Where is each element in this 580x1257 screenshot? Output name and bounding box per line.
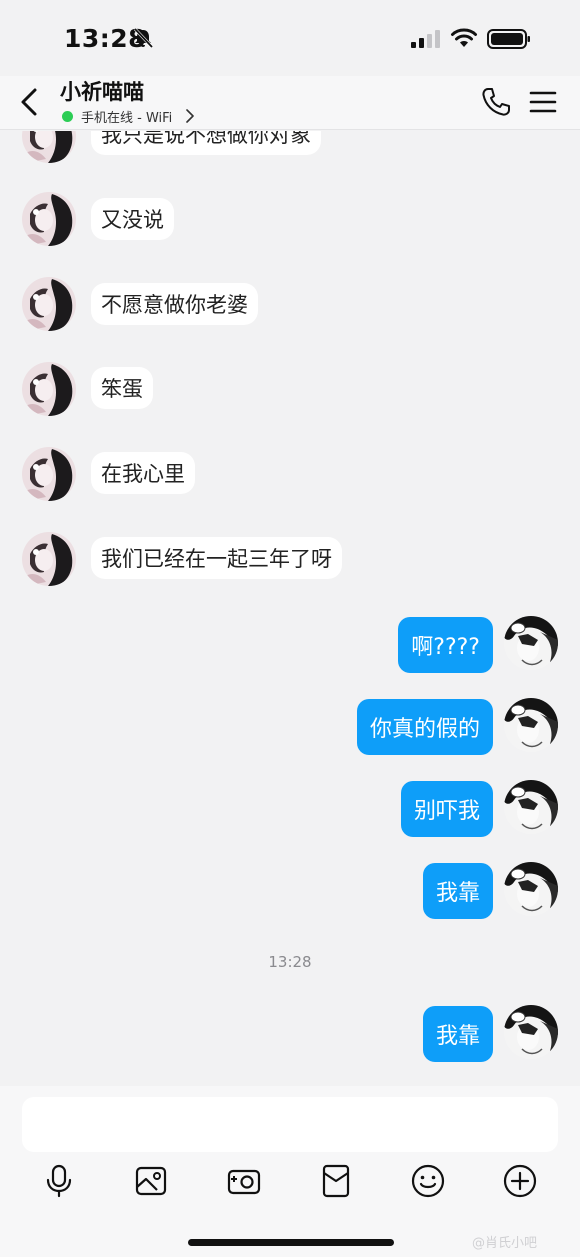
- outgoing-message[interactable]: 啊????: [398, 617, 493, 673]
- back-icon[interactable]: [14, 84, 46, 120]
- my-avatar[interactable]: [504, 698, 558, 752]
- incoming-message[interactable]: 不愿意做你老婆: [91, 283, 258, 325]
- my-avatar[interactable]: [504, 616, 558, 670]
- status-bar: 13:28: [0, 0, 580, 76]
- home-indicator[interactable]: [188, 1239, 394, 1246]
- message-list[interactable]: 我只是说不想做你对象 又没说 不愿意做你老婆 笨蛋 在我心里 我们已经在一起三年…: [0, 131, 580, 1086]
- contact-avatar[interactable]: [22, 532, 76, 586]
- contact-avatar[interactable]: [22, 447, 76, 501]
- incoming-message[interactable]: 在我心里: [91, 452, 195, 494]
- chat-header: 小祈喵喵 手机在线 - WiFi: [0, 76, 580, 130]
- bell-off-icon: [133, 27, 154, 49]
- outgoing-message[interactable]: 我靠: [422, 1006, 493, 1062]
- incoming-message[interactable]: 我只是说不想做你对象: [91, 131, 321, 155]
- emoji-icon[interactable]: [410, 1163, 446, 1199]
- incoming-message[interactable]: 又没说: [91, 198, 174, 240]
- image-icon[interactable]: [133, 1163, 169, 1199]
- chevron-right-icon[interactable]: [184, 109, 196, 123]
- signal-icon: [411, 30, 440, 48]
- menu-icon[interactable]: [528, 89, 558, 115]
- red-packet-icon[interactable]: [318, 1163, 354, 1199]
- watermark: @肖氏小吧: [472, 1236, 538, 1251]
- outgoing-message[interactable]: 我靠: [422, 863, 493, 919]
- contact-avatar[interactable]: [22, 277, 76, 331]
- contact-avatar[interactable]: [22, 192, 76, 246]
- my-avatar[interactable]: [504, 780, 558, 834]
- outgoing-message[interactable]: 你真的假的: [356, 699, 493, 755]
- online-status[interactable]: 手机在线 - WiFi: [81, 107, 172, 126]
- online-indicator: [62, 111, 73, 122]
- wifi-icon: [451, 28, 477, 47]
- plus-icon[interactable]: [502, 1163, 538, 1199]
- phone-icon[interactable]: [480, 86, 512, 118]
- my-avatar[interactable]: [504, 862, 558, 916]
- microphone-icon[interactable]: [41, 1163, 77, 1199]
- incoming-message[interactable]: 我们已经在一起三年了呀: [91, 537, 342, 579]
- outgoing-message[interactable]: 别吓我: [400, 781, 493, 837]
- contact-avatar[interactable]: [22, 362, 76, 416]
- contact-avatar[interactable]: [22, 131, 76, 163]
- camera-icon[interactable]: [226, 1163, 262, 1199]
- message-timestamp: 13:28: [268, 953, 312, 971]
- battery-icon: [487, 29, 530, 49]
- message-input[interactable]: [22, 1097, 558, 1152]
- incoming-message[interactable]: 笨蛋: [91, 367, 153, 409]
- my-avatar[interactable]: [504, 1005, 558, 1059]
- contact-name[interactable]: 小祈喵喵: [60, 76, 144, 106]
